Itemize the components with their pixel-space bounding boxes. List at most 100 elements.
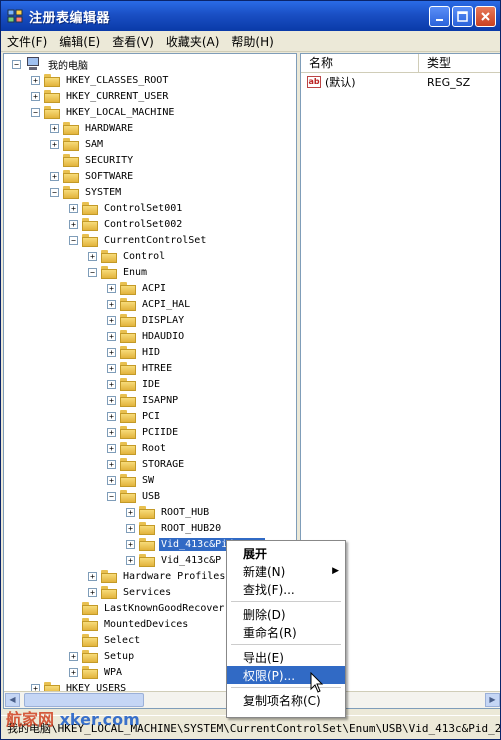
collapse-icon[interactable]: − xyxy=(50,187,59,197)
collapse-icon[interactable]: − xyxy=(12,59,21,69)
tree-node[interactable]: + Setup xyxy=(69,648,136,664)
tree-node[interactable]: − USB xyxy=(107,488,162,504)
expand-icon[interactable]: + xyxy=(88,587,97,597)
expand-icon[interactable]: + xyxy=(107,411,116,421)
expand-icon[interactable]: + xyxy=(69,667,78,677)
tree-node[interactable]: + Control xyxy=(88,248,167,264)
expand-icon[interactable]: + xyxy=(107,443,116,453)
expand-icon[interactable]: + xyxy=(107,363,116,373)
expand-icon[interactable]: + xyxy=(50,171,59,181)
expand-icon[interactable]: + xyxy=(107,379,116,389)
tree-node[interactable]: + ControlSet002 xyxy=(69,216,184,232)
expand-icon[interactable]: + xyxy=(107,475,116,485)
tree-node[interactable]: + PCIIDE xyxy=(107,424,180,440)
maximize-button[interactable] xyxy=(452,6,473,27)
expand-icon[interactable]: + xyxy=(107,395,116,405)
tree-node[interactable]: + ACPI xyxy=(107,280,168,296)
close-button[interactable] xyxy=(475,6,496,27)
expand-icon[interactable]: + xyxy=(88,251,97,261)
menu-file[interactable]: 文件(F) xyxy=(1,33,53,50)
tree-node[interactable]: + ROOT_HUB20 xyxy=(126,520,223,536)
tree-node[interactable]: + WPA xyxy=(69,664,124,680)
expand-icon[interactable]: + xyxy=(31,75,40,85)
expand-icon[interactable]: + xyxy=(107,427,116,437)
collapse-icon[interactable]: − xyxy=(31,107,40,117)
tree-node[interactable]: + HARDWARE xyxy=(50,120,135,136)
tree-node[interactable]: + Hardware Profiles xyxy=(88,568,227,584)
title-bar[interactable]: 注册表编辑器 xyxy=(1,1,500,31)
expand-icon[interactable]: + xyxy=(50,123,59,133)
context-menu-item[interactable]: 权限(P)... xyxy=(227,666,345,684)
scroll-right-icon[interactable]: ▶ xyxy=(485,693,500,707)
tree-node[interactable]: + HDAUDIO xyxy=(107,328,186,344)
tree-node[interactable]: + ControlSet001 xyxy=(69,200,184,216)
tree-node[interactable]: + Services xyxy=(88,584,173,600)
tree-node-label: WPA xyxy=(104,666,123,678)
context-menu-item[interactable]: 新建(N) ▶ xyxy=(227,562,345,580)
scroll-thumb[interactable] xyxy=(24,693,144,707)
tree-node[interactable]: + SW xyxy=(107,472,156,488)
tree-node-label: PCI xyxy=(142,410,161,422)
tree-node[interactable]: + DISPLAY xyxy=(107,312,186,328)
collapse-icon[interactable]: − xyxy=(107,491,116,501)
expand-icon[interactable]: + xyxy=(126,555,135,565)
expand-icon[interactable]: + xyxy=(88,571,97,581)
expand-icon[interactable]: + xyxy=(126,507,135,517)
tree-node[interactable]: + HKEY_CLASSES_ROOT xyxy=(31,72,170,88)
menu-help[interactable]: 帮助(H) xyxy=(225,33,279,50)
context-menu-item[interactable]: 重命名(R) xyxy=(227,623,345,641)
tree-node[interactable]: + STORAGE xyxy=(107,456,186,472)
expand-icon[interactable]: + xyxy=(126,539,135,549)
expand-icon[interactable]: + xyxy=(69,219,78,229)
tree-node[interactable]: − CurrentControlSet xyxy=(69,232,208,248)
context-menu-item[interactable]: 查找(F)... xyxy=(227,580,345,598)
context-menu-item[interactable]: 展开 xyxy=(227,544,345,562)
context-menu-item[interactable]: 删除(D) xyxy=(227,605,345,623)
expand-icon[interactable]: + xyxy=(107,331,116,341)
tree-node[interactable]: − HKEY_LOCAL_MACHINE xyxy=(31,104,176,120)
expand-icon[interactable]: + xyxy=(107,315,116,325)
tree-node[interactable]: + Root xyxy=(107,440,168,456)
expand-icon[interactable]: + xyxy=(107,347,116,357)
tree-node[interactable]: + IDE xyxy=(107,376,162,392)
expand-icon[interactable]: + xyxy=(69,651,78,661)
menu-favorites[interactable]: 收藏夹(A) xyxy=(160,33,226,50)
tree-node[interactable]: + SOFTWARE xyxy=(50,168,135,184)
tree-node[interactable]: + HKEY_CURRENT_USER xyxy=(31,88,170,104)
tree-node[interactable]: + Vid_413c&P xyxy=(126,552,223,568)
collapse-icon[interactable]: − xyxy=(88,267,97,277)
expand-icon[interactable]: + xyxy=(107,283,116,293)
menu-view[interactable]: 查看(V) xyxy=(106,33,160,50)
tree-node[interactable]: − 我的电脑 xyxy=(12,56,90,72)
watermark: 航家网 xker.com xyxy=(6,706,140,730)
scroll-left-icon[interactable]: ◀ xyxy=(5,693,20,707)
tree-node[interactable]: LastKnownGoodRecover xyxy=(69,600,226,616)
tree-node[interactable]: − Enum xyxy=(88,264,149,280)
expand-icon[interactable]: + xyxy=(69,203,78,213)
tree-node[interactable]: + PCI xyxy=(107,408,162,424)
minimize-button[interactable] xyxy=(429,6,450,27)
context-menu-item[interactable]: 导出(E) xyxy=(227,648,345,666)
column-header-name[interactable]: 名称 xyxy=(301,54,419,72)
expand-icon[interactable]: + xyxy=(50,139,59,149)
menu-edit[interactable]: 编辑(E) xyxy=(53,33,106,50)
column-header-type[interactable]: 类型 xyxy=(419,54,451,72)
tree-node[interactable]: SECURITY xyxy=(50,152,135,168)
tree-node[interactable]: + SAM xyxy=(50,136,105,152)
tree-node[interactable]: + HID xyxy=(107,344,162,360)
tree-node[interactable]: MountedDevices xyxy=(69,616,190,632)
tree-node[interactable]: + HTREE xyxy=(107,360,174,376)
tree-node[interactable]: + ISAPNP xyxy=(107,392,180,408)
expand-icon[interactable]: + xyxy=(107,299,116,309)
tree-node[interactable]: Select xyxy=(69,632,142,648)
tree-node[interactable]: + ACPI_HAL xyxy=(107,296,192,312)
tree-node[interactable]: + ROOT_HUB xyxy=(126,504,211,520)
tree-node[interactable]: − SYSTEM xyxy=(50,184,123,200)
context-menu-item[interactable]: 复制项名称(C) xyxy=(227,691,345,709)
tree-node-label: ControlSet002 xyxy=(104,218,183,230)
expand-icon[interactable]: + xyxy=(31,91,40,101)
collapse-icon[interactable]: − xyxy=(69,235,78,245)
list-item[interactable]: ab (默认) REG_SZ xyxy=(301,73,500,91)
expand-icon[interactable]: + xyxy=(107,459,116,469)
expand-icon[interactable]: + xyxy=(126,523,135,533)
